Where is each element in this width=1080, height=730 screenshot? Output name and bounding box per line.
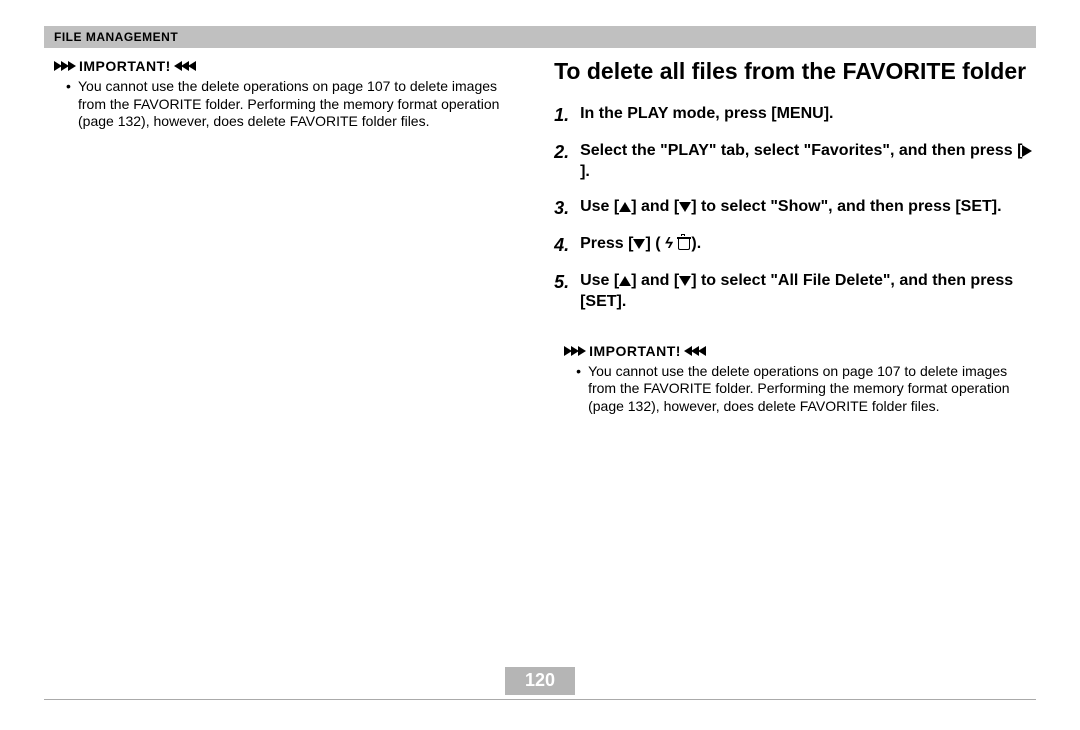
important-bullets-right: You cannot use the delete operations on … <box>564 363 1036 416</box>
page-footer: 120 <box>44 667 1036 700</box>
step-5: 5. Use [] and [] to select "All File Del… <box>554 271 1036 313</box>
step-number: 2. <box>554 141 578 164</box>
step-number: 5. <box>554 271 578 294</box>
content-columns: IMPORTANT! You cannot use the delete ope… <box>44 58 1036 415</box>
important-heading-right: IMPORTANT! <box>564 343 1036 359</box>
right-column: To delete all files from the FAVORITE fo… <box>554 58 1036 415</box>
bullet-item: You cannot use the delete operations on … <box>78 78 526 131</box>
arrows-right-icon <box>54 61 75 71</box>
procedure-steps: 1. In the PLAY mode, press [MENU]. 2. Se… <box>554 104 1036 313</box>
step-1: 1. In the PLAY mode, press [MENU]. <box>554 104 1036 127</box>
up-arrow-icon <box>619 202 631 212</box>
section-header-title: File Management <box>54 30 178 44</box>
arrows-left-icon <box>685 346 706 356</box>
down-arrow-icon <box>679 276 691 286</box>
important-label-right: IMPORTANT! <box>589 343 681 359</box>
arrows-right-icon <box>564 346 585 356</box>
section-header-bar: File Management <box>44 26 1036 48</box>
down-arrow-icon <box>679 202 691 212</box>
arrows-left-icon <box>175 61 196 71</box>
step-4: 4. Press [] ( ϟ ). <box>554 234 1036 257</box>
procedure-title: To delete all files from the FAVORITE fo… <box>554 58 1036 86</box>
step-body: Select the "PLAY" tab, select "Favorites… <box>580 141 1036 183</box>
important-label-left: IMPORTANT! <box>79 58 171 74</box>
down-arrow-icon <box>633 239 645 249</box>
step-body: Use [] and [] to select "Show", and then… <box>580 197 1036 218</box>
bullet-item: You cannot use the delete operations on … <box>588 363 1036 416</box>
step-body: In the PLAY mode, press [MENU]. <box>580 104 1036 125</box>
trash-icon <box>677 236 691 250</box>
step-body: Press [] ( ϟ ). <box>580 234 1036 255</box>
up-arrow-icon <box>619 276 631 286</box>
manual-page: File Management IMPORTANT! You cannot us… <box>0 0 1080 730</box>
step-number: 1. <box>554 104 578 127</box>
important-heading-left: IMPORTANT! <box>54 58 526 74</box>
left-column: IMPORTANT! You cannot use the delete ope… <box>44 58 526 415</box>
important-bullets-left: You cannot use the delete operations on … <box>54 78 526 131</box>
step-number: 3. <box>554 197 578 220</box>
step-2: 2. Select the "PLAY" tab, select "Favori… <box>554 141 1036 183</box>
flash-icon: ϟ <box>665 236 673 251</box>
step-body: Use [] and [] to select "All File Delete… <box>580 271 1036 313</box>
page-number-badge: 120 <box>505 667 575 695</box>
footer-divider <box>44 699 1036 700</box>
step-3: 3. Use [] and [] to select "Show", and t… <box>554 197 1036 220</box>
important-block-right: IMPORTANT! You cannot use the delete ope… <box>554 343 1036 416</box>
step-number: 4. <box>554 234 578 257</box>
right-arrow-icon <box>1022 145 1032 157</box>
